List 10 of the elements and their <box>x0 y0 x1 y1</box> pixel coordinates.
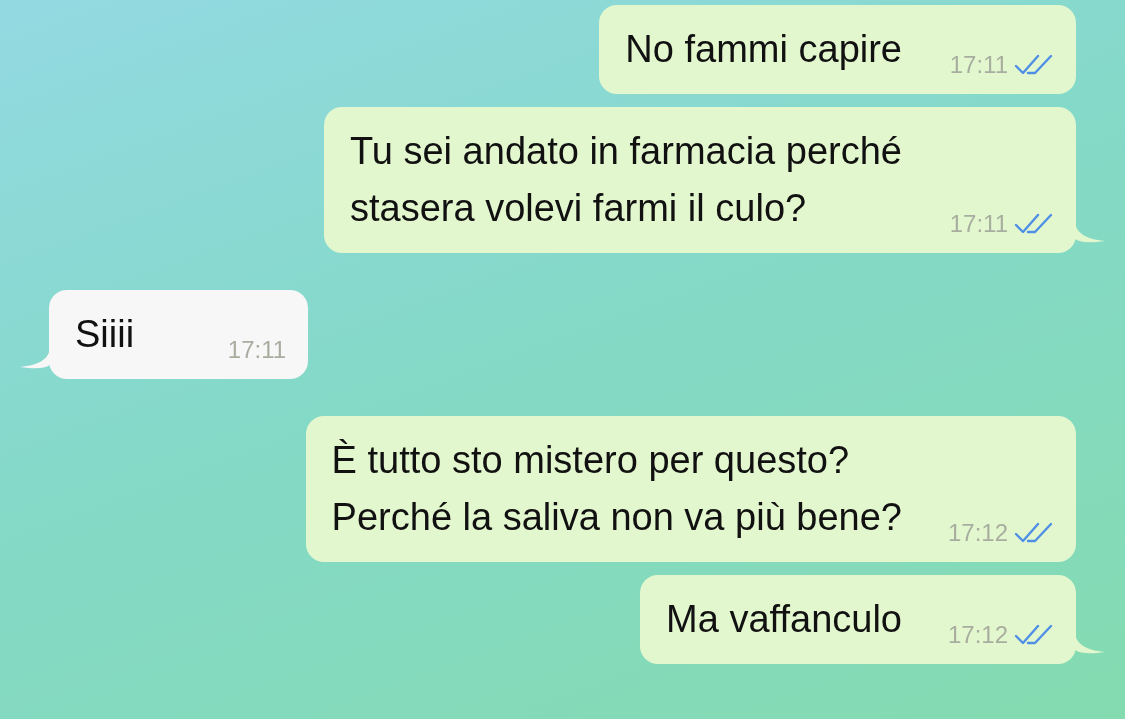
message-time: 17:11 <box>949 50 1008 80</box>
message-text: Ma vaffanculo <box>666 597 902 642</box>
message-time: 17:12 <box>947 620 1008 650</box>
message-text: È tutto sto mistero per questo? Perché la saliva non va più bene? <box>331 438 902 540</box>
message-text: Tu sei andato in farmacia perché stasera volevi farmi il culo? <box>350 129 902 231</box>
message-time: 17:11 <box>949 209 1008 239</box>
message-time: 17:12 <box>947 518 1008 548</box>
message-text: No fammi capire <box>625 27 902 72</box>
message-time: 17:11 <box>227 335 287 365</box>
message-text: Siiii <box>75 312 135 357</box>
